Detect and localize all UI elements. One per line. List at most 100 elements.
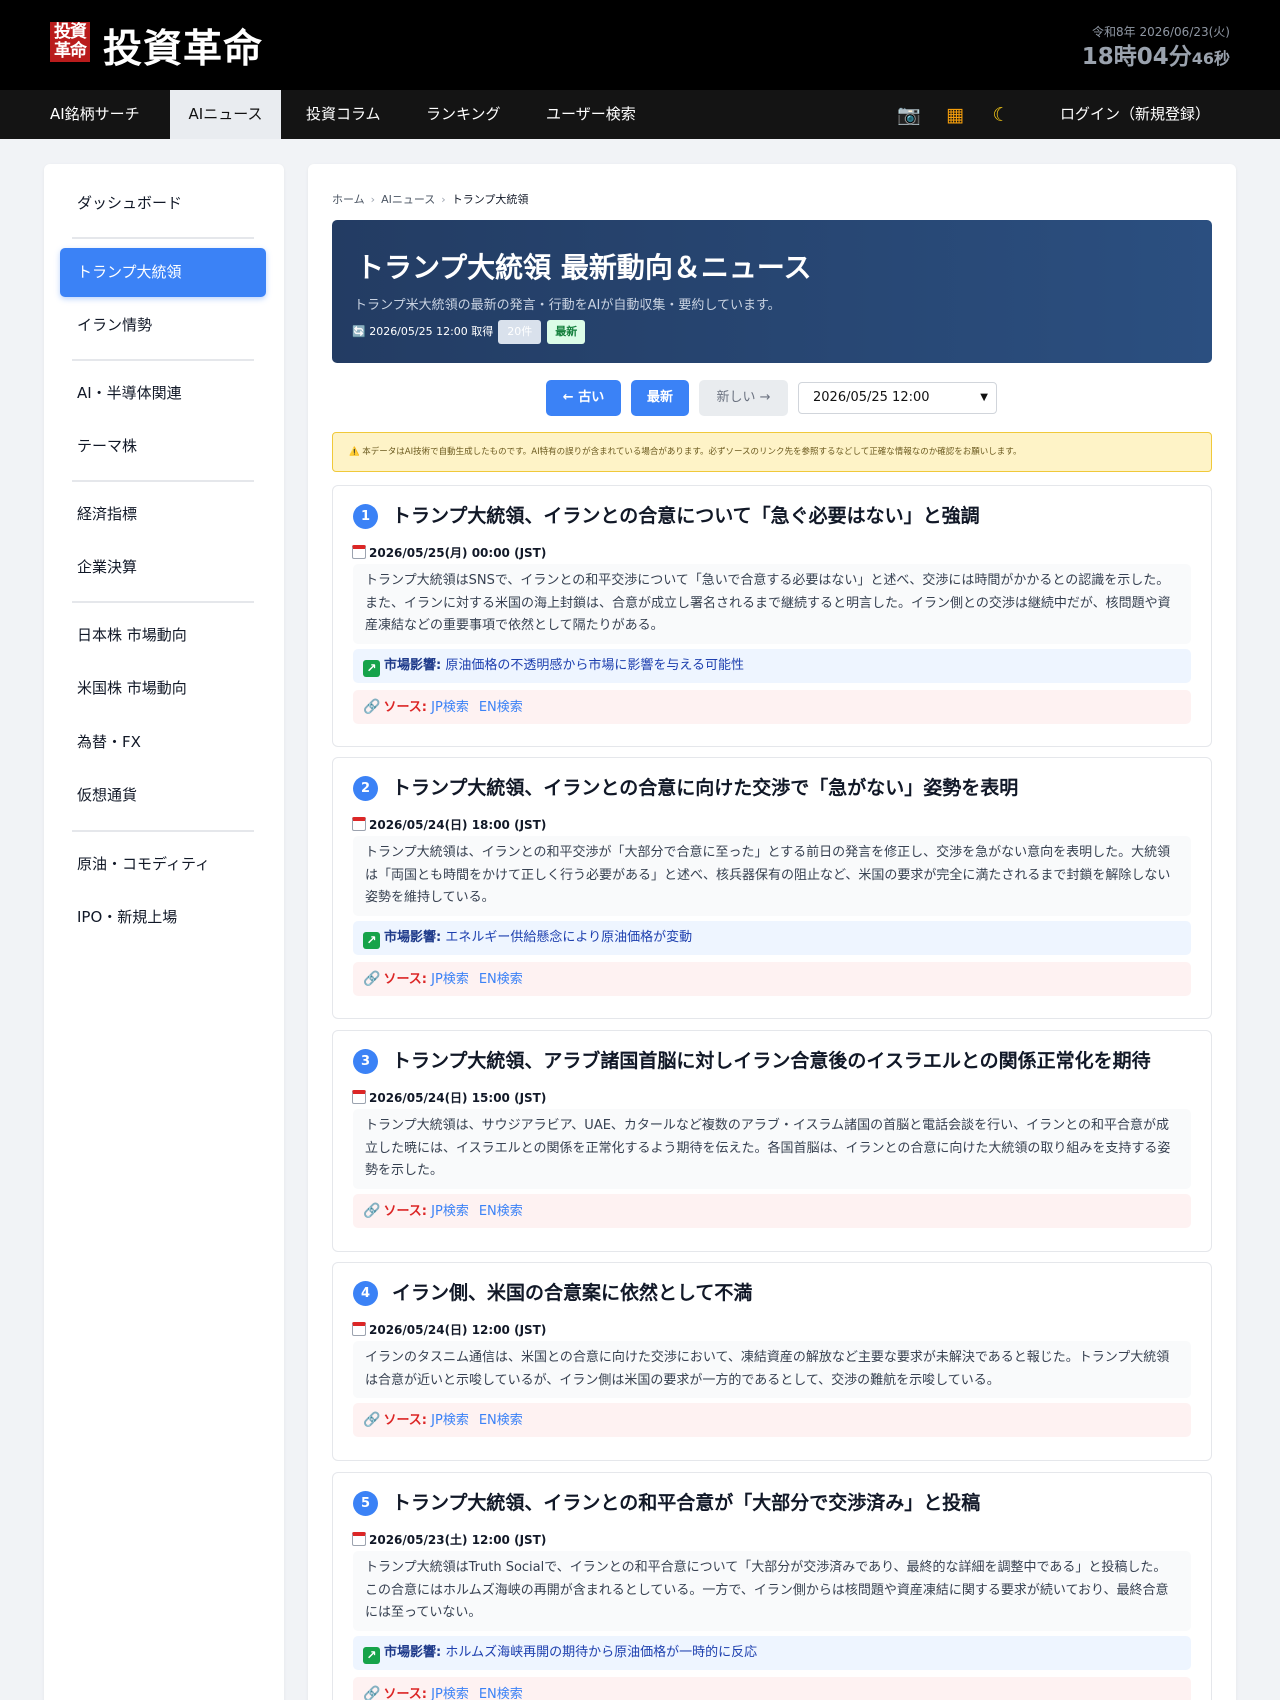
en-search-link[interactable]: EN検索 bbox=[479, 1687, 523, 1700]
fetch-meta: 🔄 2026/05/25 12:00 取得 20件 最新 bbox=[352, 320, 586, 344]
news-summary: トランプ大統領はTruth Socialで、イランとの和平合意について「大部分が… bbox=[353, 1551, 1191, 1631]
sidebar-divider bbox=[72, 830, 254, 832]
sidebar-divider bbox=[72, 359, 254, 361]
sidebar-item-crypto[interactable]: 仮想通貨 bbox=[60, 771, 266, 820]
sidebar-item-us-market[interactable]: 米国株 市場動向 bbox=[60, 664, 266, 713]
news-summary: イランのタスニム通信は、米国との合意に向けた交渉において、凍結資産の解放など主要… bbox=[353, 1341, 1191, 1398]
breadcrumb-separator: › bbox=[370, 193, 376, 206]
count-badge: 20件 bbox=[498, 320, 542, 344]
breadcrumb-ai-news[interactable]: AIニュース bbox=[381, 193, 435, 206]
sidebar: ダッシュボード トランプ大統領 イラン情勢 AI・半導体関連 テーマ株 経済指標… bbox=[44, 164, 284, 1700]
market-impact: ↗ 市場影響: エネルギー供給懸念により原油価格が変動 bbox=[353, 921, 1191, 955]
news-date: 2026/05/25(月) 00:00 (JST) bbox=[352, 544, 546, 561]
date-select[interactable]: 2026/05/25 12:00 ▼ bbox=[798, 382, 997, 414]
newer-button[interactable]: 新しい → bbox=[699, 380, 788, 416]
jp-search-link[interactable]: JP検索 bbox=[431, 700, 469, 715]
site-logo-text[interactable]: 投資革命 bbox=[103, 18, 263, 74]
en-search-link[interactable]: EN検索 bbox=[479, 700, 523, 715]
news-summary: トランプ大統領は、イランとの和平交渉が「大部分で合意に至った」とする前日の発言を… bbox=[353, 836, 1191, 916]
abacus-icon[interactable]: ▦ bbox=[942, 102, 968, 128]
jp-search-link[interactable]: JP検索 bbox=[431, 1204, 469, 1219]
news-number: 3 bbox=[353, 1049, 378, 1074]
sidebar-divider bbox=[72, 237, 254, 239]
calendar-icon bbox=[352, 1532, 366, 1546]
older-button[interactable]: ← 古い bbox=[546, 380, 621, 416]
en-search-link[interactable]: EN検索 bbox=[479, 972, 523, 987]
sidebar-item-ipo[interactable]: IPO・新規上場 bbox=[60, 893, 266, 942]
jp-search-link[interactable]: JP検索 bbox=[431, 1413, 469, 1428]
sidebar-item-ai-semiconductor[interactable]: AI・半導体関連 bbox=[60, 369, 266, 418]
moon-icon[interactable]: ☾ bbox=[988, 102, 1014, 128]
hero-banner: トランプ大統領 最新動向＆ニュース トランプ米大統領の最新の発言・行動をAIが自… bbox=[332, 220, 1212, 363]
main-content: ホーム › AIニュース › トランプ大統領 トランプ大統領 最新動向＆ニュース トラン… bbox=[308, 164, 1236, 1700]
news-summary: トランプ大統領は、サウジアラビア、UAE、カタールなど複数のアラブ・イスラム諸国… bbox=[353, 1109, 1191, 1189]
page-subtitle: トランプ米大統領の最新の発言・行動をAIが自動収集・要約しています。 bbox=[354, 298, 781, 313]
en-search-link[interactable]: EN検索 bbox=[479, 1204, 523, 1219]
news-number: 1 bbox=[353, 504, 378, 529]
sidebar-item-trump[interactable]: トランプ大統領 bbox=[60, 248, 266, 297]
jp-search-link[interactable]: JP検索 bbox=[431, 1687, 469, 1700]
news-title: トランプ大統領、イランとの合意に向けた交渉で「急がない」姿勢を表明 bbox=[392, 777, 1019, 799]
news-title: イラン側、米国の合意案に依然として不満 bbox=[392, 1282, 753, 1304]
calendar-icon bbox=[352, 1090, 366, 1104]
fetched-timestamp: 🔄 2026/05/25 12:00 取得 bbox=[352, 325, 494, 338]
page-title: トランプ大統領 最新動向＆ニュース bbox=[356, 251, 812, 284]
nav-item-columns[interactable]: 投資コラム bbox=[290, 90, 397, 139]
nav-item-ai-stock-search[interactable]: AI銘柄サーチ bbox=[34, 90, 156, 139]
news-card: 5 トランプ大統領、イランとの和平合意が「大部分で交渉済み」と投稿 2026/0… bbox=[332, 1472, 1212, 1700]
sidebar-item-dashboard[interactable]: ダッシュボード bbox=[60, 179, 266, 228]
top-header: 投資 革命 投資革命 令和8年 2026/06/23(火) 18時04分46秒 bbox=[0, 0, 1280, 90]
sidebar-item-earnings[interactable]: 企業決算 bbox=[60, 543, 266, 592]
news-number: 4 bbox=[353, 1281, 378, 1306]
news-date: 2026/05/24(日) 18:00 (JST) bbox=[352, 816, 546, 833]
jp-search-link[interactable]: JP検索 bbox=[431, 972, 469, 987]
sidebar-item-fx[interactable]: 為替・FX bbox=[60, 718, 266, 767]
breadcrumb-home[interactable]: ホーム bbox=[332, 193, 365, 206]
sidebar-item-iran[interactable]: イラン情勢 bbox=[60, 301, 266, 350]
calendar-icon bbox=[352, 1322, 366, 1336]
news-source: 🔗 ソース: JP検索 EN検索 bbox=[353, 962, 1191, 996]
news-source: 🔗 ソース: JP検索 EN検索 bbox=[353, 1677, 1191, 1700]
breadcrumb-separator: › bbox=[441, 193, 446, 206]
latest-button[interactable]: 最新 bbox=[631, 380, 689, 416]
link-icon: 🔗 bbox=[363, 1412, 381, 1428]
chart-up-icon: ↗ bbox=[363, 932, 380, 949]
login-link[interactable]: ログイン（新規登録） bbox=[1060, 90, 1210, 139]
clock-time: 18時04分46秒 bbox=[1081, 44, 1230, 70]
chart-up-icon: ↗ bbox=[363, 660, 380, 677]
sidebar-item-jp-market[interactable]: 日本株 市場動向 bbox=[60, 611, 266, 660]
en-search-link[interactable]: EN検索 bbox=[479, 1413, 523, 1428]
news-date: 2026/05/23(土) 12:00 (JST) bbox=[352, 1531, 546, 1548]
news-number: 2 bbox=[353, 776, 378, 801]
main-nav: AI銘柄サーチ AIニュース 投資コラム ランキング ユーザー検索 📷 ▦ ☾ … bbox=[0, 90, 1280, 139]
news-card: 3 トランプ大統領、アラブ諸国首脳に対しイラン合意後のイスラエルとの関係正常化を… bbox=[332, 1030, 1212, 1252]
link-icon: 🔗 bbox=[363, 1686, 381, 1700]
link-icon: 🔗 bbox=[363, 1203, 381, 1219]
news-card: 1 トランプ大統領、イランとの合意について「急ぐ必要はない」と強調 2026/0… bbox=[332, 485, 1212, 747]
news-card: 4 イラン側、米国の合意案に依然として不満 2026/05/24(日) 12:0… bbox=[332, 1262, 1212, 1461]
news-summary: トランプ大統領はSNSで、イランとの和平交渉について「急いで合意する必要はない」… bbox=[353, 564, 1191, 644]
nav-item-user-search[interactable]: ユーザー検索 bbox=[530, 90, 652, 139]
news-source: 🔗 ソース: JP検索 EN検索 bbox=[353, 1194, 1191, 1228]
camera-icon[interactable]: 📷 bbox=[896, 102, 922, 128]
logo-mark[interactable]: 投資 革命 bbox=[50, 22, 90, 62]
calendar-icon bbox=[352, 545, 366, 559]
nav-item-ai-news[interactable]: AIニュース bbox=[170, 90, 281, 139]
news-title: トランプ大統領、アラブ諸国首脳に対しイラン合意後のイスラエルとの関係正常化を期待 bbox=[392, 1050, 1151, 1072]
breadcrumb-current: トランプ大統領 bbox=[451, 193, 529, 206]
nav-item-ranking[interactable]: ランキング bbox=[410, 90, 517, 139]
news-title: トランプ大統領、イランとの和平合意が「大部分で交渉済み」と投稿 bbox=[392, 1492, 981, 1514]
sidebar-item-economic-indicators[interactable]: 経済指標 bbox=[60, 490, 266, 539]
chart-up-icon: ↗ bbox=[363, 1647, 380, 1664]
link-icon: 🔗 bbox=[363, 971, 381, 987]
news-source: 🔗 ソース: JP検索 EN検索 bbox=[353, 690, 1191, 724]
market-impact: ↗ 市場影響: ホルムズ海峡再開の期待から原油価格が一時的に反応 bbox=[353, 1636, 1191, 1670]
news-title: トランプ大統領、イランとの合意について「急ぐ必要はない」と強調 bbox=[392, 505, 980, 527]
sidebar-divider bbox=[72, 480, 254, 482]
sidebar-item-theme-stocks[interactable]: テーマ株 bbox=[60, 422, 266, 471]
news-date: 2026/05/24(日) 15:00 (JST) bbox=[352, 1089, 546, 1106]
market-impact: ↗ 市場影響: 原油価格の不透明感から市場に影響を与える可能性 bbox=[353, 649, 1191, 683]
sidebar-item-commodities[interactable]: 原油・コモディティ bbox=[60, 840, 266, 889]
news-source: 🔗 ソース: JP検索 EN検索 bbox=[353, 1403, 1191, 1437]
link-icon: 🔗 bbox=[363, 699, 381, 715]
